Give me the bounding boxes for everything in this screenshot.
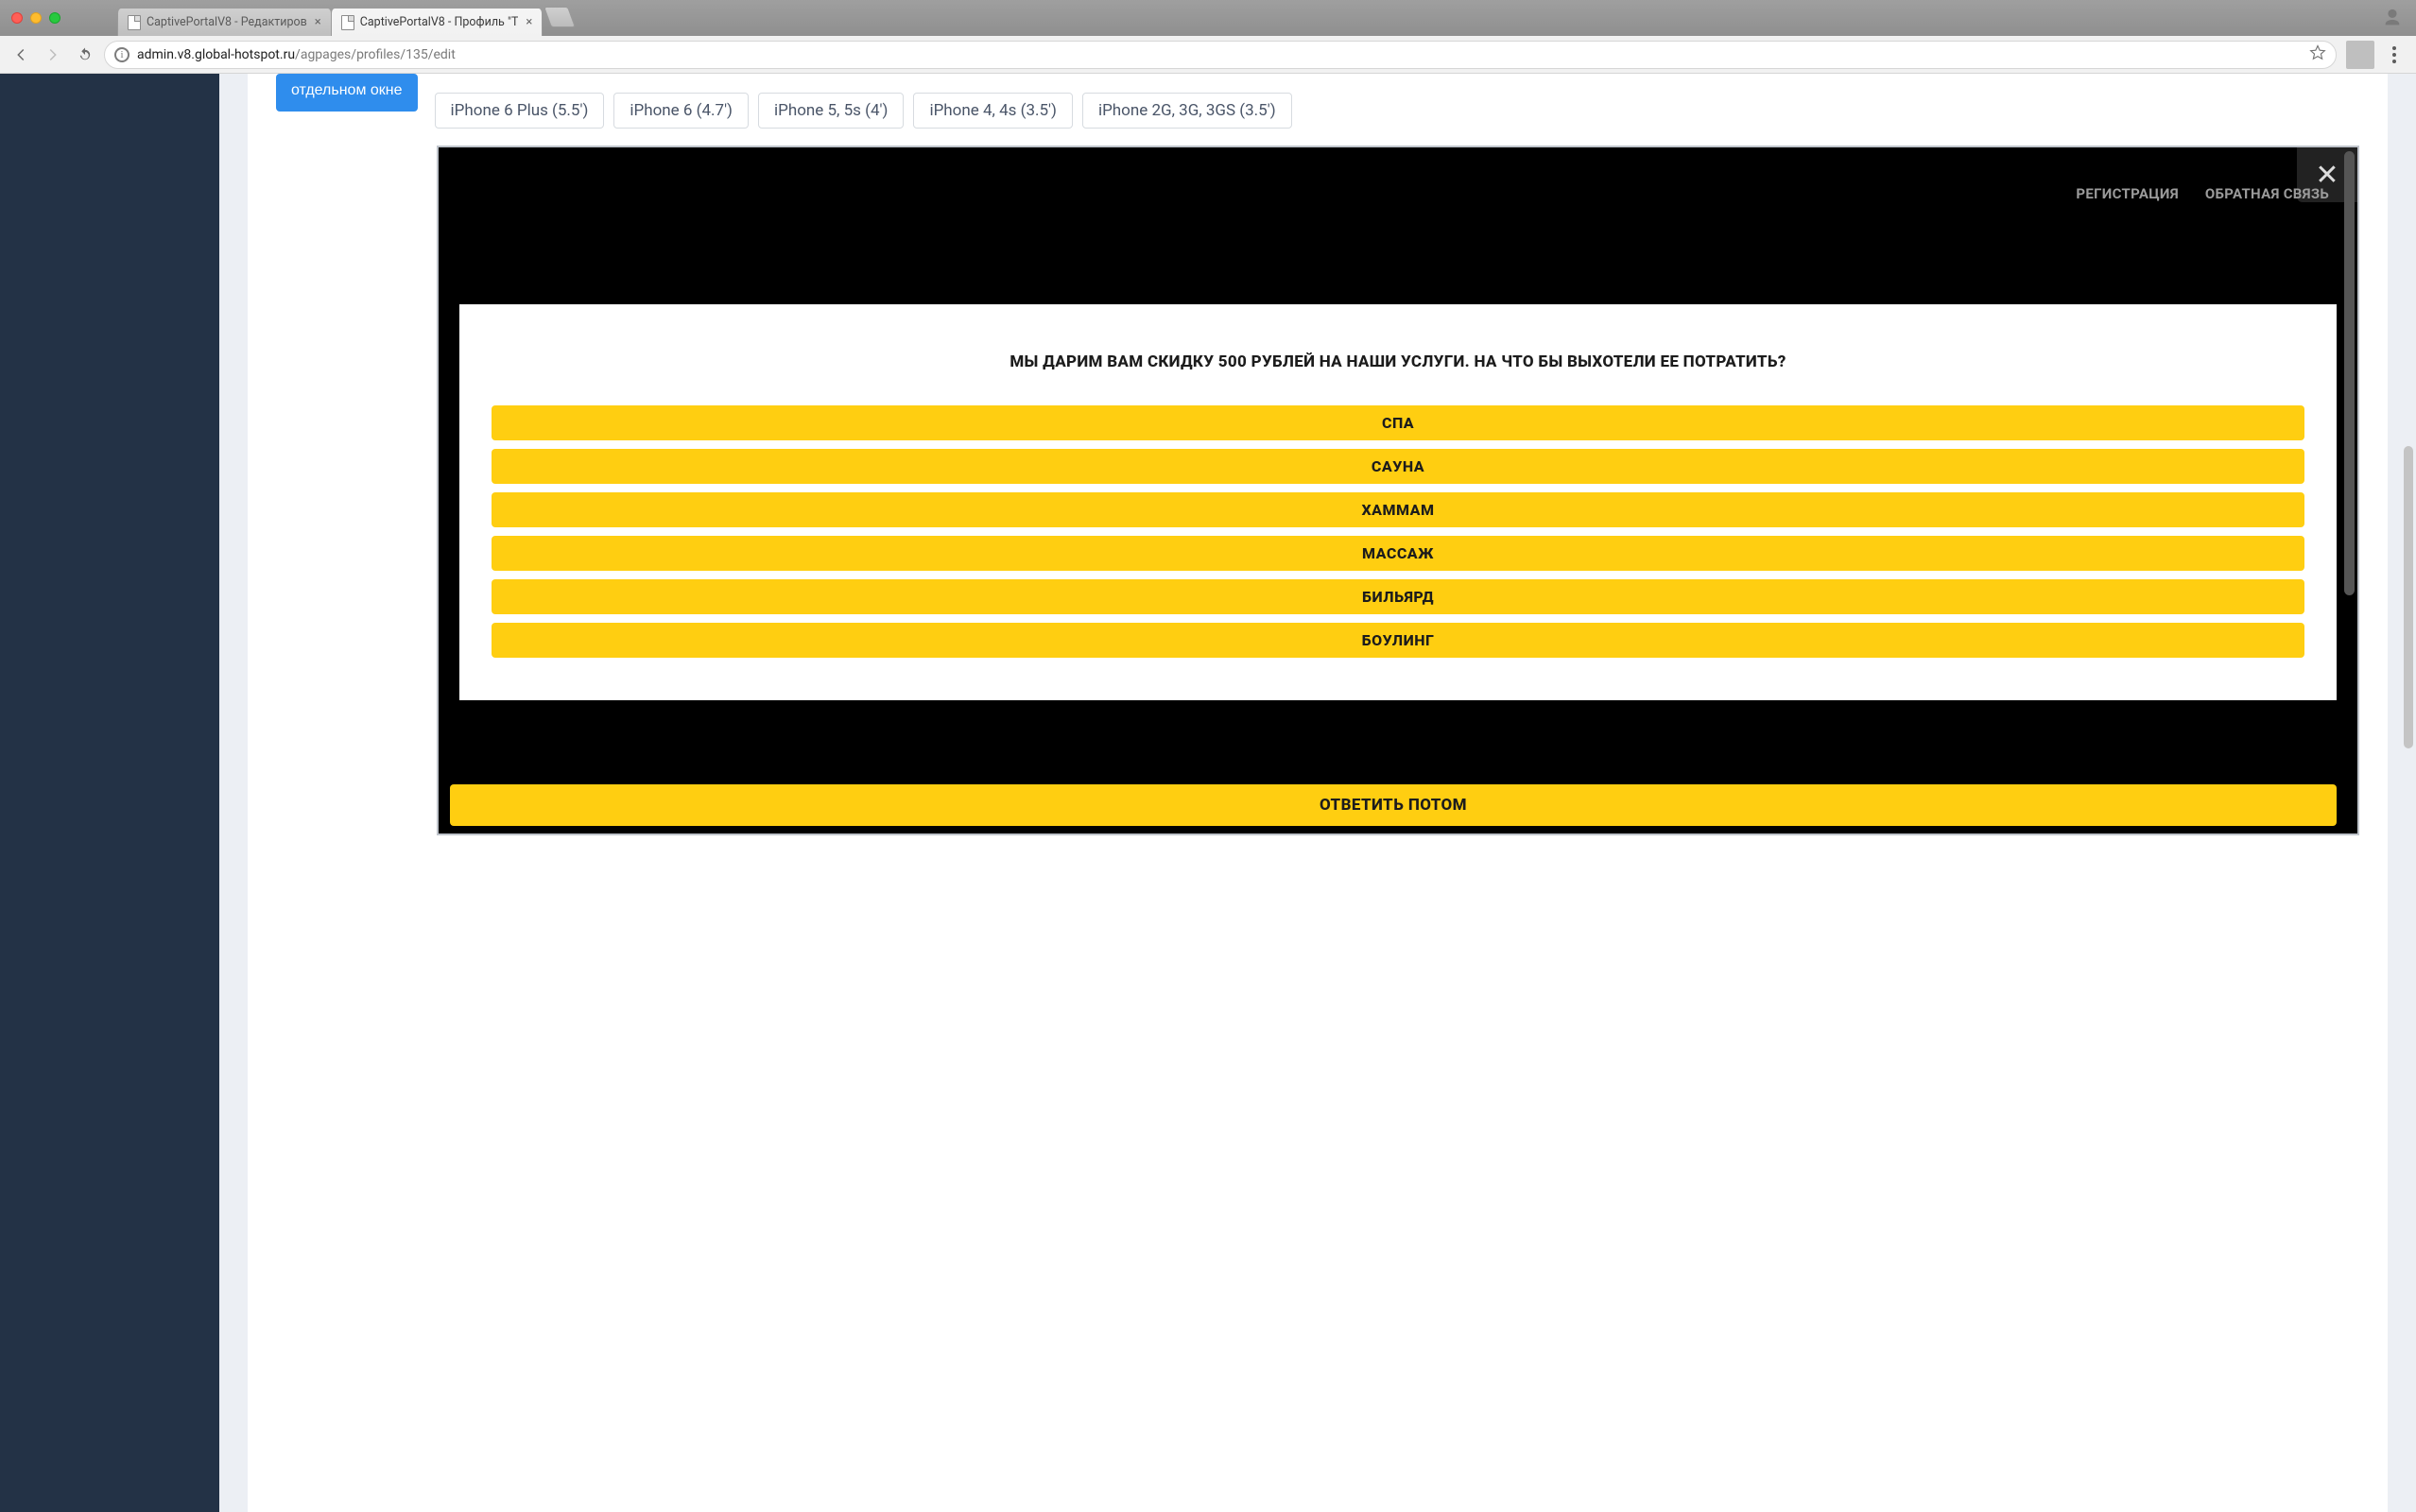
device-pill-label: iPhone 6 Plus (5.5') (451, 101, 589, 120)
extension-button[interactable] (2346, 41, 2374, 69)
url-path: /agpages/profiles/135/edit (295, 47, 456, 62)
profile-icon[interactable] (2382, 8, 2403, 28)
browser-tabs: CaptivePortalV8 - Редактиров × CaptivePo… (117, 0, 572, 36)
preview-nav: РЕГИСТРАЦИЯ ОБРАТНАЯ СВЯЗЬ (2076, 185, 2329, 202)
answer-later-button[interactable]: ОТВЕТИТЬ ПОТОМ (450, 784, 2337, 826)
poll-question: МЫ ДАРИМ ВАМ СКИДКУ 500 РУБЛЕЙ НА НАШИ У… (492, 352, 2304, 373)
poll-card: МЫ ДАРИМ ВАМ СКИДКУ 500 РУБЛЕЙ НА НАШИ У… (459, 304, 2337, 700)
poll-option-label: БОУЛИНГ (1362, 631, 1435, 649)
browser-toolbar: i admin.v8.global-hotspot.ru/agpages/pro… (0, 36, 2416, 74)
device-pill[interactable]: iPhone 6 (4.7') (613, 93, 749, 129)
preview-controls-row: отдельном окне iPhone 6 Plus (5.5') iPho… (248, 74, 2388, 146)
device-pill[interactable]: iPhone 6 Plus (5.5') (435, 93, 605, 129)
device-pill[interactable]: iPhone 2G, 3G, 3GS (3.5') (1082, 93, 1292, 129)
device-pill[interactable]: iPhone 5, 5s (4') (758, 93, 904, 129)
page-scrollbar[interactable] (2404, 77, 2413, 1508)
preview-scrollbar[interactable] (2344, 151, 2355, 830)
poll-option[interactable]: ХАММАМ (492, 492, 2304, 527)
browser-tab[interactable]: CaptivePortalV8 - Редактиров × (117, 8, 332, 36)
window-minimize-button[interactable] (30, 12, 42, 24)
poll-option[interactable]: БИЛЬЯРД (492, 579, 2304, 614)
window-titlebar: CaptivePortalV8 - Редактиров × CaptivePo… (0, 0, 2416, 36)
device-selector: iPhone 6 Plus (5.5') iPhone 6 (4.7') iPh… (435, 74, 1292, 129)
window-controls (11, 12, 60, 24)
poll-option-label: ХАММАМ (1361, 501, 1434, 519)
kebab-icon (2392, 46, 2396, 63)
document-icon (341, 15, 354, 30)
poll-option[interactable]: САУНА (492, 449, 2304, 484)
page-content: отдельном окне iPhone 6 Plus (5.5') iPho… (219, 74, 2416, 1512)
browser-tab-title: CaptivePortalV8 - Редактиров (147, 15, 307, 29)
poll-option[interactable]: БОУЛИНГ (492, 623, 2304, 658)
close-icon[interactable]: × (526, 15, 532, 29)
poll-option-label: МАССАЖ (1362, 544, 1434, 562)
poll-option-label: БИЛЬЯРД (1362, 588, 1434, 606)
open-in-window-button[interactable]: отдельном окне (276, 74, 418, 112)
poll-option-label: САУНА (1372, 457, 1424, 475)
browser-tab-title: CaptivePortalV8 - Профиль "Т (360, 15, 519, 29)
device-pill-label: iPhone 6 (4.7') (630, 101, 733, 120)
button-label-line: отдельном окне (291, 82, 403, 98)
content-card: отдельном окне iPhone 6 Plus (5.5') iPho… (248, 74, 2388, 1512)
device-pill-label: iPhone 4, 4s (3.5') (929, 101, 1057, 120)
device-pill[interactable]: iPhone 4, 4s (3.5') (913, 93, 1073, 129)
viewport: отдельном окне iPhone 6 Plus (5.5') iPho… (0, 74, 2416, 1512)
scrollbar-thumb[interactable] (2404, 446, 2413, 748)
browser-tab[interactable]: CaptivePortalV8 - Профиль "Т × (331, 8, 544, 36)
poll-option[interactable]: СПА (492, 405, 2304, 440)
forward-button[interactable] (40, 42, 66, 68)
device-pill-label: iPhone 2G, 3G, 3GS (3.5') (1098, 101, 1276, 120)
site-info-icon[interactable]: i (114, 47, 129, 62)
poll-option-label: СПА (1382, 414, 1414, 432)
window-close-button[interactable] (11, 12, 23, 24)
address-bar[interactable]: i admin.v8.global-hotspot.ru/agpages/pro… (104, 41, 2337, 69)
sidebar[interactable] (0, 74, 219, 1512)
browser-menu-button[interactable] (2380, 41, 2408, 69)
back-button[interactable] (8, 42, 34, 68)
captive-portal-preview: ✕ РЕГИСТРАЦИЯ ОБРАТНАЯ СВЯЗЬ МЫ ДАРИМ ВА… (437, 146, 2359, 835)
poll-option[interactable]: МАССАЖ (492, 536, 2304, 571)
close-icon[interactable]: × (315, 15, 321, 29)
answer-later-label: ОТВЕТИТЬ ПОТОМ (1320, 796, 1467, 815)
scrollbar-thumb[interactable] (2344, 151, 2355, 595)
nav-link-register[interactable]: РЕГИСТРАЦИЯ (2076, 185, 2178, 202)
document-icon (128, 15, 141, 30)
url-host: admin.v8.global-hotspot.ru (137, 47, 295, 62)
reload-button[interactable] (72, 42, 98, 68)
nav-link-feedback[interactable]: ОБРАТНАЯ СВЯЗЬ (2205, 185, 2329, 202)
new-tab-button[interactable] (544, 7, 576, 27)
device-pill-label: iPhone 5, 5s (4') (774, 101, 888, 120)
bookmark-icon[interactable] (2309, 44, 2326, 65)
window-zoom-button[interactable] (49, 12, 60, 24)
